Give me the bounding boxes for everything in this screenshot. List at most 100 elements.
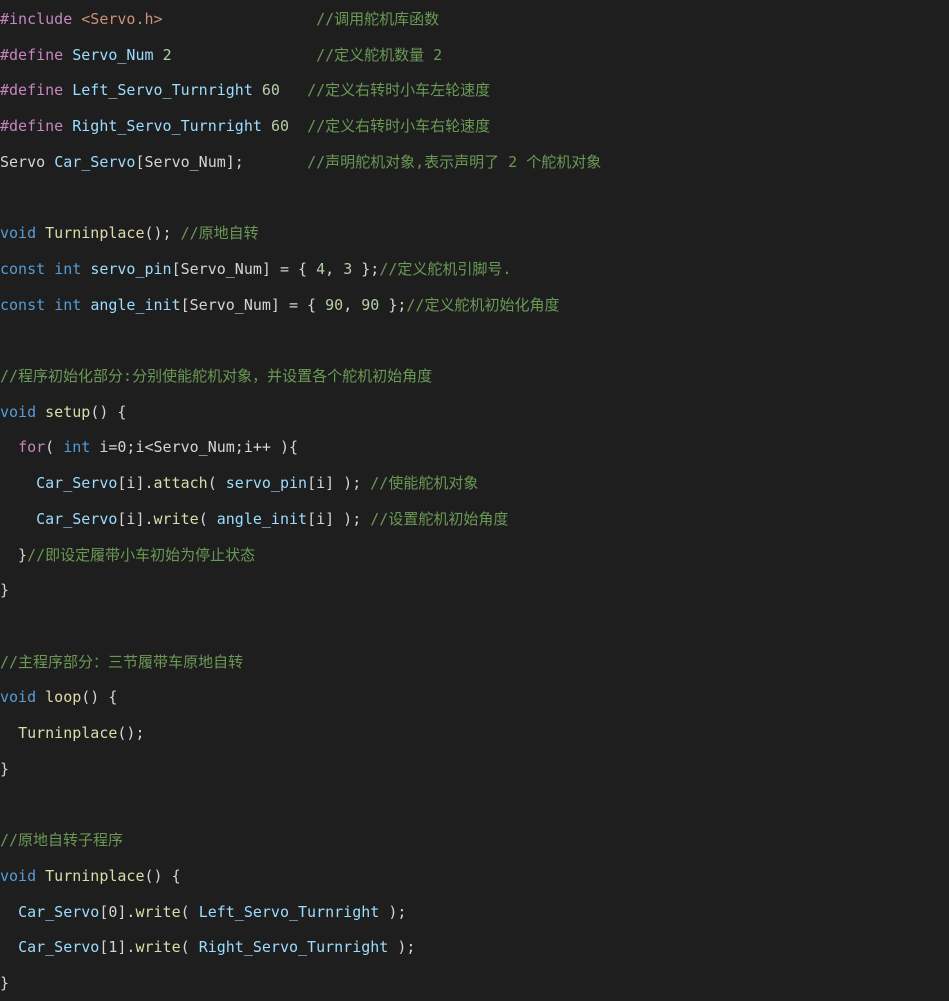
number-token: 90	[361, 295, 380, 314]
code-token: () {	[144, 866, 181, 885]
code-token: [Servo_Num] = {	[180, 295, 326, 314]
code-line: Car_Servo[1].write( Right_Servo_Turnrigh…	[0, 929, 949, 965]
comment-token: //原地自转	[180, 224, 259, 243]
code-token: (	[207, 474, 226, 493]
code-token: [Servo_Num] = {	[171, 259, 317, 278]
identifier-token: Servo_Num	[72, 45, 154, 64]
code-line: Turninplace();	[0, 715, 949, 751]
identifier-token: Car_Servo	[18, 938, 100, 957]
comment-token: //原地自转子程序	[0, 831, 124, 850]
code-token: [i].	[117, 474, 154, 493]
code-token: [Servo_Num];	[135, 152, 244, 171]
code-token: [1].	[99, 938, 136, 957]
code-line: }//即设定履带小车初始为停止状态	[0, 537, 949, 573]
code-token: () {	[90, 402, 127, 421]
identifier-token: Right_Servo_Turnright	[72, 117, 262, 136]
comment-token: //定义右转时小车右轮速度	[307, 117, 491, 136]
identifier-token: angle_init	[216, 509, 308, 528]
number-token: 4	[316, 259, 326, 278]
code-token: [i] );	[307, 509, 371, 528]
keyword-token: void	[0, 224, 37, 243]
code-token: ,	[343, 295, 362, 314]
identifier-token: Left_Servo_Turnright	[72, 81, 253, 100]
code-line: const int angle_init[Servo_Num] = { 90, …	[0, 287, 949, 323]
code-line: for( int i=0;i<Servo_Num;i++ ){	[0, 429, 949, 465]
identifier-token: Car_Servo	[36, 509, 118, 528]
code-token: }	[0, 973, 10, 992]
code-token: );	[379, 902, 407, 921]
number-token: 60	[270, 117, 289, 136]
code-line: #define Left_Servo_Turnright 60 //定义右转时小…	[0, 72, 949, 108]
comment-token: //主程序部分：三节履带车原地自转	[0, 652, 244, 671]
code-editor[interactable]: #include <Servo.h> //调用舵机库函数 #define Serv…	[0, 0, 949, 1000]
code-line: Car_Servo[0].write( Left_Servo_Turnright…	[0, 894, 949, 930]
function-name-token: Turninplace	[18, 724, 118, 742]
code-token: () {	[81, 688, 118, 707]
keyword-token: int	[63, 438, 91, 457]
identifier-token: angle_init	[90, 295, 181, 314]
preprocessor-token: #define	[0, 81, 64, 100]
comment-token: //定义舵机初始化角度	[406, 295, 560, 314]
number-token: 60	[261, 81, 280, 100]
code-token: (	[180, 902, 199, 921]
code-token: }	[0, 759, 10, 778]
comment-token: //设置舵机初始角度	[370, 509, 509, 528]
code-token: ,	[325, 259, 344, 278]
code-line: }	[0, 751, 949, 787]
keyword-token: void	[0, 688, 37, 707]
code-line: //原地自转子程序	[0, 822, 949, 858]
code-line: Car_Servo[i].attach( servo_pin[i] ); //使…	[0, 465, 949, 501]
function-name-token: loop	[45, 688, 82, 707]
keyword-token: int	[54, 259, 82, 278]
preprocessor-token: #define	[0, 45, 64, 64]
code-token: i=0;i<Servo_Num;i++ ){	[90, 438, 299, 457]
keyword-token: void	[0, 866, 37, 885]
identifier-token: Car_Servo	[36, 474, 118, 493]
code-line: void Turninplace() {	[0, 858, 949, 894]
control-keyword-token: for	[18, 438, 46, 457]
code-line: void Turninplace(); //原地自转	[0, 215, 949, 251]
string-token: <Servo.h>	[81, 10, 163, 28]
code-line: void setup() {	[0, 394, 949, 430]
preprocessor-token: #include	[0, 10, 73, 28]
code-token: }	[0, 545, 28, 564]
comment-token: //即设定履带小车初始为停止状态	[27, 545, 256, 564]
identifier-token: Left_Servo_Turnright	[198, 902, 380, 921]
keyword-token: void	[0, 402, 37, 421]
code-token: (	[198, 509, 217, 528]
keyword-token: int	[54, 295, 82, 314]
code-token: ();	[144, 224, 181, 243]
code-line: #define Right_Servo_Turnright 60 //定义右转时…	[0, 108, 949, 144]
comment-token: //定义舵机引脚号.	[379, 259, 512, 278]
code-line: //主程序部分：三节履带车原地自转	[0, 644, 949, 680]
code-line: #define Servo_Num 2 //定义舵机数量 2	[0, 37, 949, 73]
identifier-token: Car_Servo	[54, 152, 136, 171]
function-name-token: Turninplace	[45, 866, 145, 885]
code-token: }	[0, 581, 10, 600]
code-token: (	[45, 438, 64, 457]
code-token: Servo	[0, 152, 46, 171]
function-name-token: Turninplace	[45, 224, 145, 243]
comment-token: //定义右转时小车左轮速度	[307, 81, 491, 100]
function-name-token: write	[135, 938, 181, 957]
